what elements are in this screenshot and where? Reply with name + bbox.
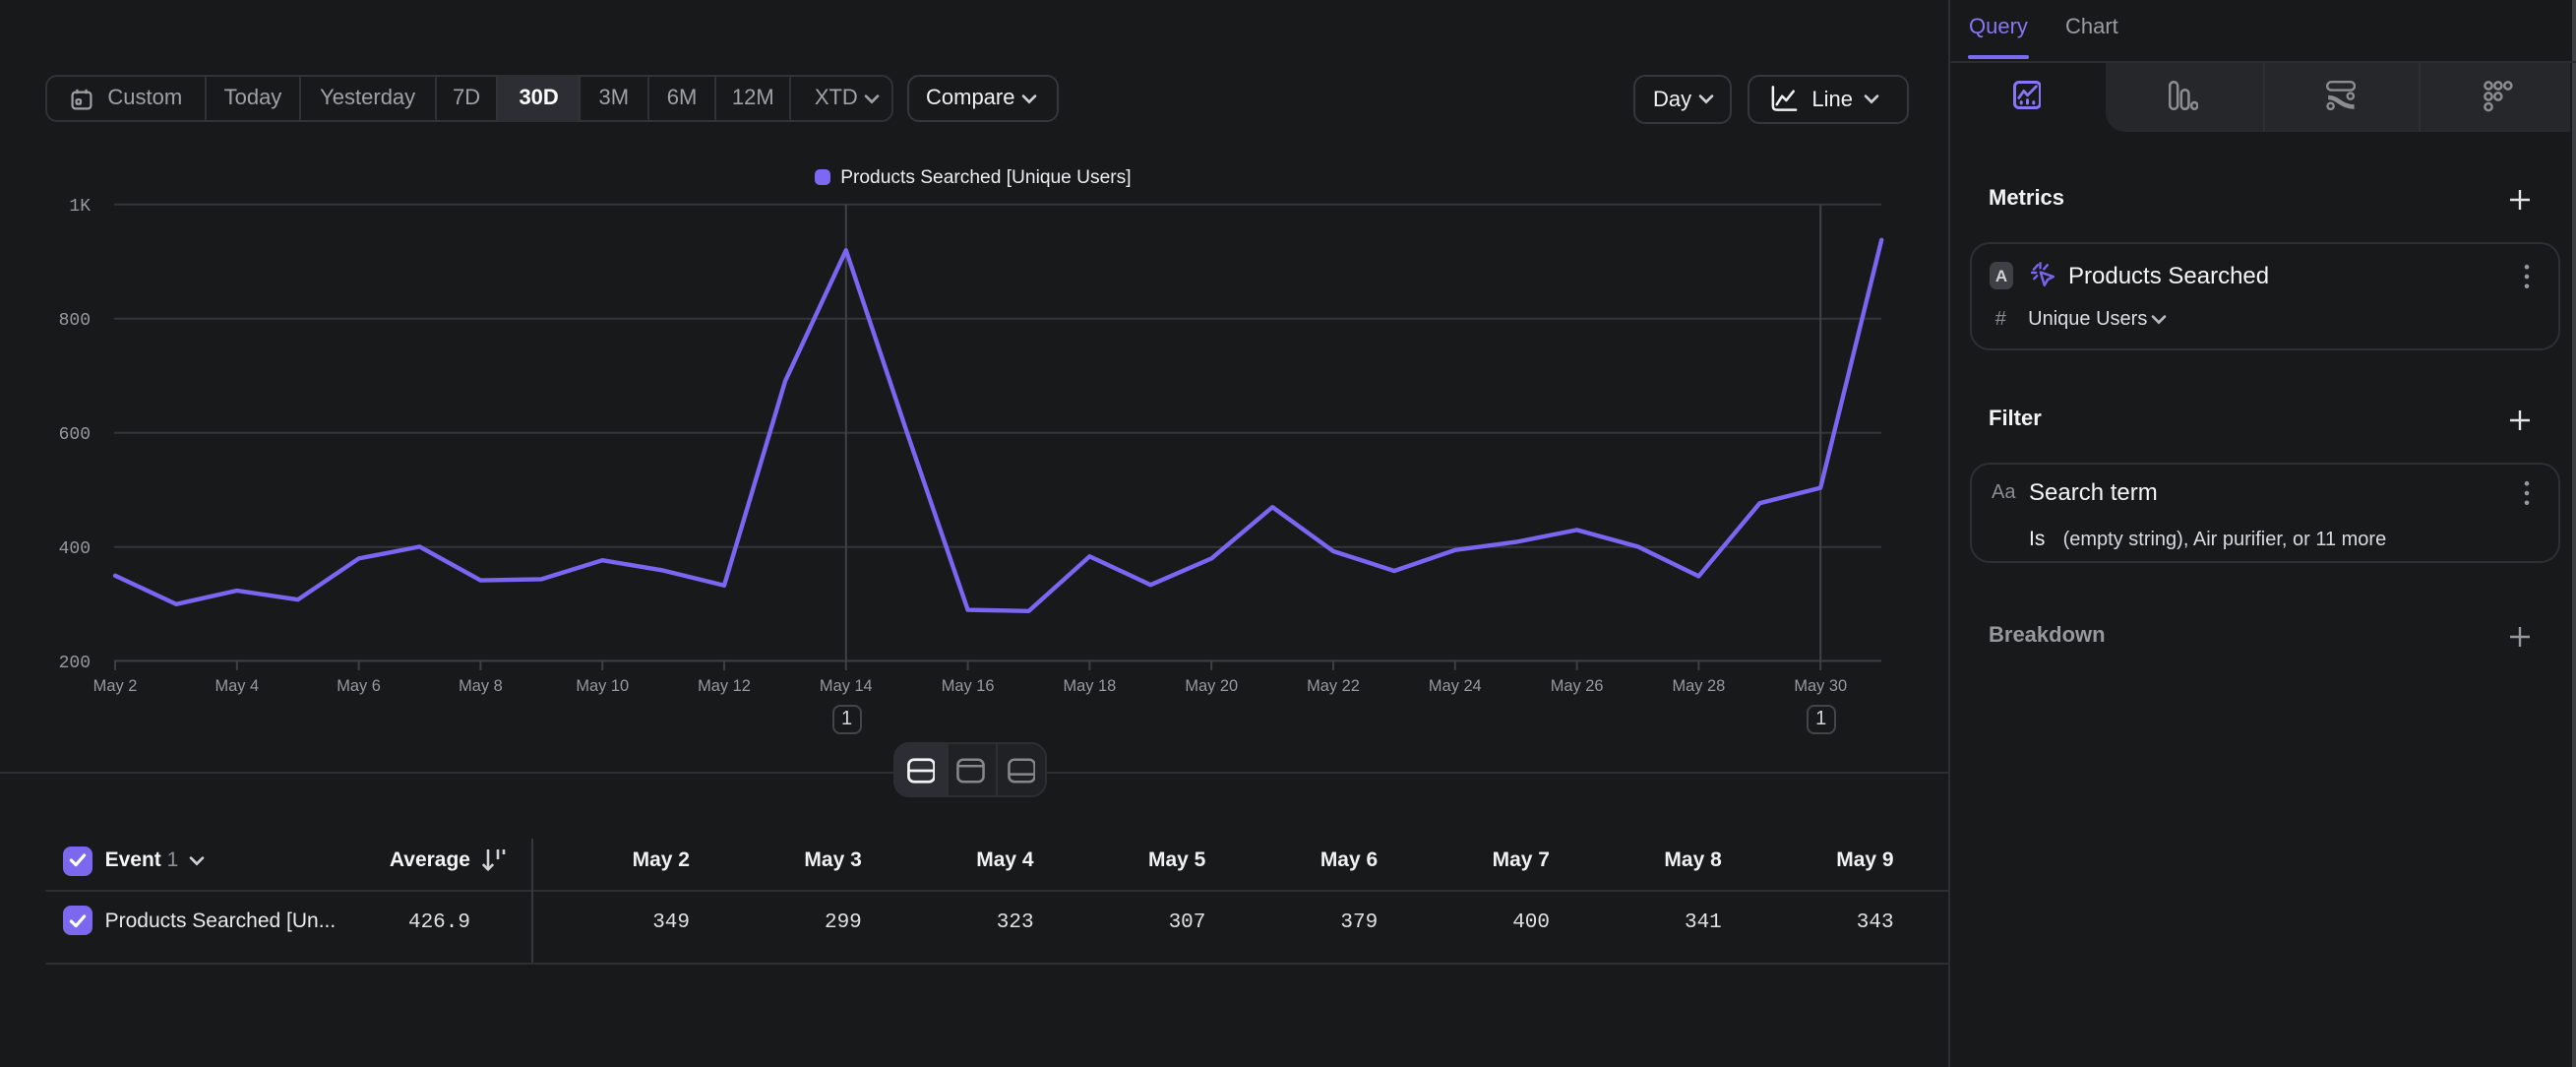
svg-text:May 26: May 26 (1551, 677, 1604, 695)
svg-text:May 6: May 6 (337, 677, 381, 695)
svg-text:May 4: May 4 (215, 677, 259, 695)
svg-text:May 20: May 20 (1185, 677, 1238, 695)
svg-text:1K: 1K (69, 197, 91, 217)
svg-text:200: 200 (59, 654, 91, 673)
svg-text:May 2: May 2 (93, 677, 138, 695)
svg-text:May 18: May 18 (1064, 677, 1117, 695)
svg-text:400: 400 (59, 539, 91, 559)
svg-text:800: 800 (59, 311, 91, 331)
svg-text:May 30: May 30 (1794, 677, 1847, 695)
svg-text:600: 600 (59, 425, 91, 445)
svg-text:May 16: May 16 (942, 677, 995, 695)
svg-text:May 24: May 24 (1429, 677, 1482, 695)
svg-text:May 14: May 14 (820, 677, 873, 695)
svg-text:May 8: May 8 (459, 677, 503, 695)
svg-text:May 22: May 22 (1307, 677, 1360, 695)
svg-text:May 12: May 12 (698, 677, 751, 695)
svg-text:May 10: May 10 (576, 677, 629, 695)
svg-text:May 28: May 28 (1673, 677, 1726, 695)
